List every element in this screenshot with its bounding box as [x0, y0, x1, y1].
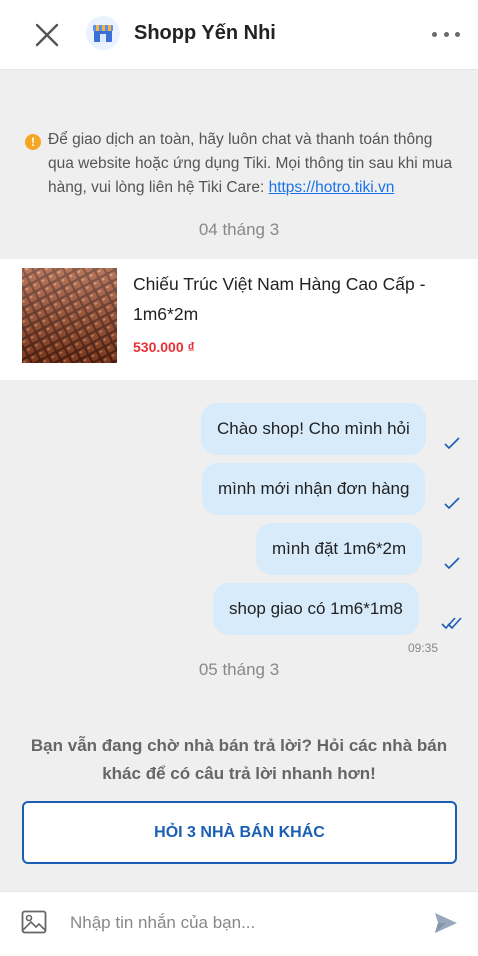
warning-icon: !: [25, 134, 41, 150]
support-link[interactable]: https://hotro.tiki.vn: [269, 179, 395, 196]
notice-text: Để giao dịch an toàn, hãy luôn chat và t…: [48, 128, 458, 200]
message-composer: [0, 891, 478, 956]
read-double-check-icon: [441, 617, 462, 629]
product-image: [22, 268, 117, 363]
message-bubble[interactable]: shop giao có 1m6*1m8: [213, 583, 419, 635]
message-bubble[interactable]: mình đặt 1m6*2m: [256, 523, 423, 575]
store-icon: [93, 25, 113, 42]
send-icon[interactable]: [434, 912, 458, 934]
date-separator: 05 tháng 3: [198, 660, 280, 679]
chat-header: Shopp Yến Nhi: [0, 0, 478, 70]
close-icon[interactable]: [34, 22, 60, 48]
product-card[interactable]: Chiếu Trúc Việt Nam Hàng Cao Cấp - 1m6*2…: [0, 259, 478, 380]
date-separator: 04 tháng 3: [198, 220, 280, 239]
product-price: 530.000 ₫: [133, 339, 195, 355]
sent-check-icon: [444, 557, 460, 569]
more-options-icon[interactable]: [432, 22, 460, 46]
message-time: 09:35: [407, 641, 438, 655]
message-input[interactable]: [70, 906, 410, 940]
sent-check-icon: [444, 497, 460, 509]
shop-avatar[interactable]: [86, 16, 120, 50]
sent-check-icon: [444, 437, 460, 449]
message-bubble[interactable]: mình mới nhận đơn hàng: [202, 463, 426, 515]
shop-name[interactable]: Shopp Yến Nhi: [134, 22, 276, 45]
message-bubble[interactable]: Chào shop! Cho mình hỏi: [201, 403, 426, 455]
waiting-prompt: Bạn vẫn đang chờ nhà bán trả lời? Hỏi cá…: [30, 736, 448, 783]
product-title: Chiếu Trúc Việt Nam Hàng Cao Cấp - 1m6*2…: [133, 274, 426, 324]
image-attach-icon[interactable]: [21, 910, 47, 934]
ask-other-sellers-button[interactable]: HỎI 3 NHÀ BÁN KHÁC: [22, 801, 457, 864]
